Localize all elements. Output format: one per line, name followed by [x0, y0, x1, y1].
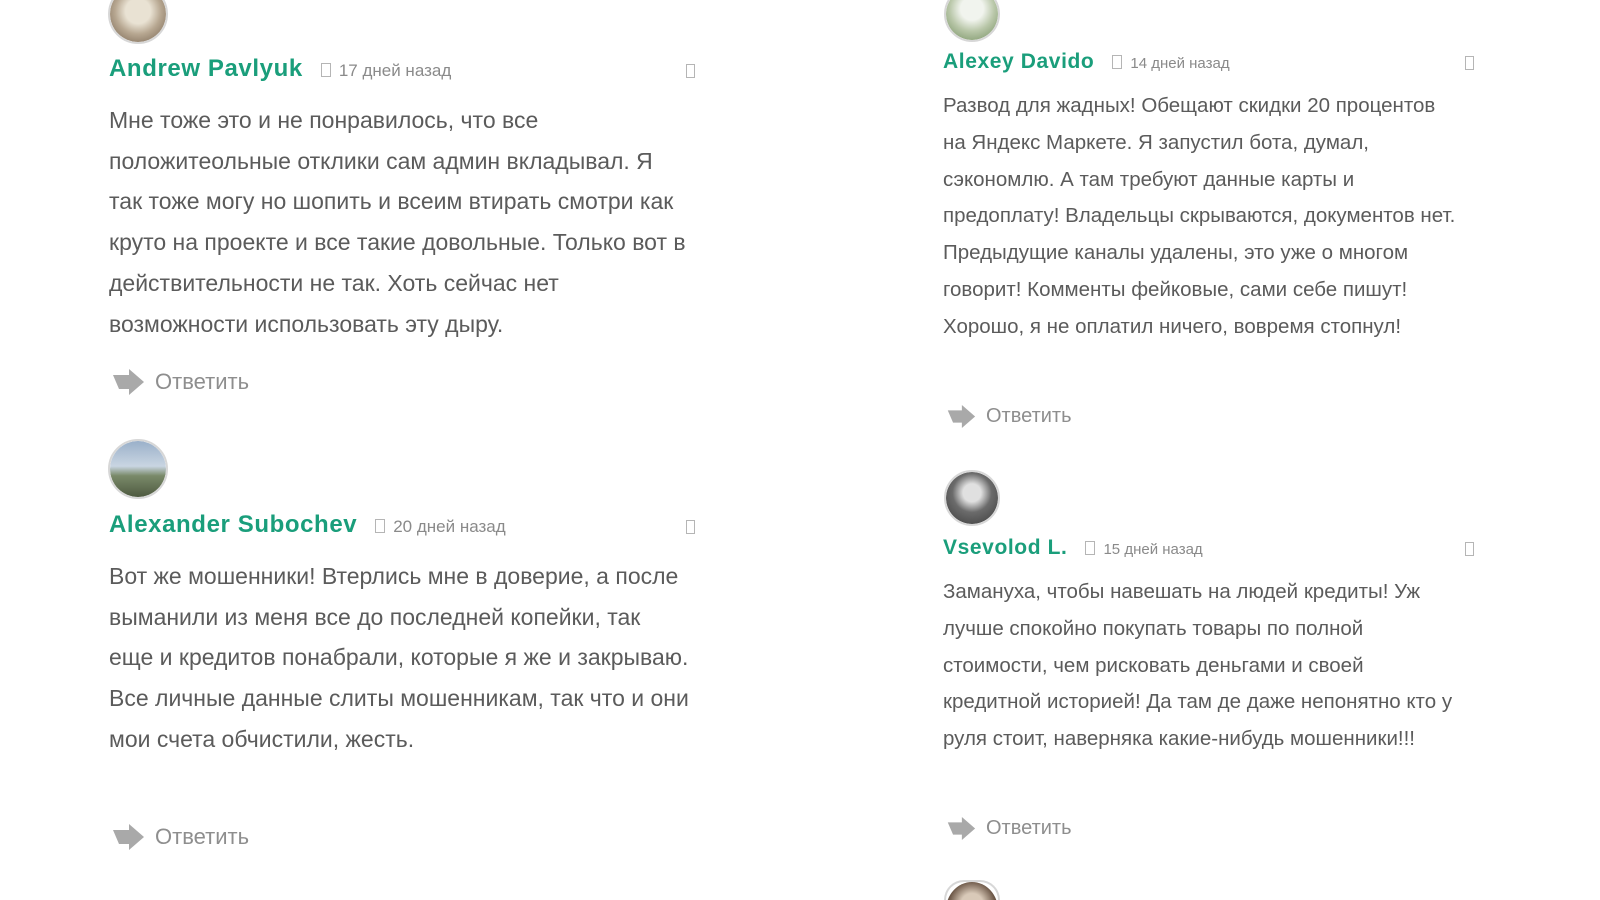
reply-label: Ответить — [986, 817, 1072, 839]
reply-button[interactable]: Ответить — [111, 369, 249, 395]
author-name[interactable]: Alexander Subochev — [109, 511, 357, 539]
reply-label: Ответить — [155, 369, 250, 394]
author-name[interactable]: Andrew Pavlyuk — [109, 55, 303, 83]
flag-icon[interactable] — [686, 520, 695, 534]
comment-text: Замануха, чтобы навешать на людей кредит… — [943, 580, 1453, 751]
clock-icon — [1085, 541, 1096, 555]
reply-arrow-icon — [113, 824, 144, 850]
avatar[interactable] — [944, 880, 1000, 900]
flag-icon[interactable] — [1465, 542, 1474, 556]
reply-label: Ответить — [986, 405, 1072, 427]
flag-icon[interactable] — [686, 64, 695, 78]
reply-button[interactable]: Ответить — [946, 817, 1072, 840]
avatar[interactable] — [108, 439, 168, 499]
clock-icon — [1112, 55, 1123, 69]
comment-date: 15 дней назад — [1103, 541, 1203, 558]
comment-text: Развод для жадных! Обещают скидки 20 про… — [943, 94, 1456, 338]
clock-icon — [320, 63, 331, 77]
comment-text: Вот же мошенники! Втерлись мне в доверие… — [109, 563, 689, 752]
avatar[interactable] — [944, 470, 1000, 526]
comment-text: Мне тоже это и не понравилось, что все п… — [109, 107, 686, 337]
comment-date: 20 дней назад — [393, 517, 506, 536]
avatar[interactable] — [944, 0, 1000, 42]
avatar[interactable] — [108, 0, 168, 44]
author-name[interactable]: Vsevolod L. — [943, 536, 1067, 560]
reply-button[interactable]: Ответить — [111, 824, 249, 850]
author-name[interactable]: Alexey Davido — [943, 50, 1094, 74]
reply-arrow-icon — [113, 369, 144, 395]
reply-arrow-icon — [947, 405, 976, 428]
clock-icon — [375, 519, 386, 533]
comment-date: 17 дней назад — [338, 61, 452, 80]
flag-icon[interactable] — [1465, 56, 1474, 70]
reply-button[interactable]: Ответить — [946, 405, 1072, 428]
reply-label: Ответить — [155, 824, 250, 849]
comment-date: 14 дней назад — [1130, 55, 1230, 72]
reply-arrow-icon — [947, 817, 976, 840]
